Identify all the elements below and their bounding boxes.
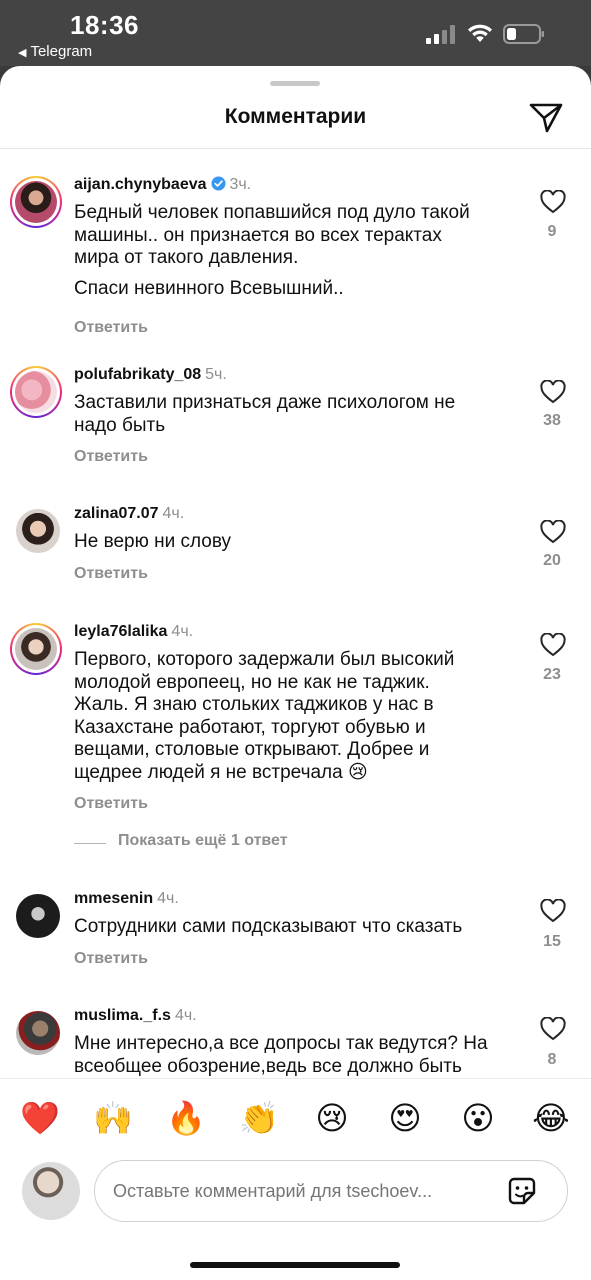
reply-button[interactable]: Ответить xyxy=(74,795,148,813)
comment-text: Бедный человек попавшийся под дуло такой… xyxy=(74,202,524,300)
status-time: 18:36 xyxy=(70,10,139,40)
comment-text: Сотрудники сами подсказывают что сказать xyxy=(74,916,524,939)
like-count: 8 xyxy=(547,1051,557,1068)
emoji-laughing[interactable]: 😂 xyxy=(531,1098,571,1138)
avatar[interactable] xyxy=(10,366,62,418)
like-count: 38 xyxy=(543,412,561,429)
comment-text-line: вещами, столовые открывают. Добрее и xyxy=(74,739,430,760)
emoji-fire[interactable]: 🔥 xyxy=(166,1098,206,1138)
comment-text-line: Спаси невинного Всевышний.. xyxy=(74,277,344,299)
comment-text-line: Первого, которого задержали был высокий xyxy=(74,649,455,670)
footer-divider xyxy=(0,1078,591,1079)
heart-outline-icon[interactable] xyxy=(540,520,566,544)
comment-meta: aijan.chynybaeva 3ч. xyxy=(74,176,251,194)
reply-button[interactable]: Ответить xyxy=(74,950,148,968)
back-app-label: Telegram xyxy=(30,43,93,60)
comment-text-line: мира от такого давления. xyxy=(74,247,299,268)
comment-input[interactable] xyxy=(94,1160,568,1222)
comment-input-row xyxy=(0,1160,591,1224)
comment-text: Первого, которого задержали был высокий … xyxy=(74,649,524,784)
share-icon[interactable] xyxy=(528,102,564,134)
comment-meta: zalina07.07 4ч. xyxy=(74,505,184,523)
emoji-reaction-bar: ❤️ 🙌 🔥 👏 😢 😍 😮 😂 xyxy=(0,1098,591,1140)
more-replies-label: Показать ещё 1 ответ xyxy=(118,832,288,849)
comment-meta: mmesenin 4ч. xyxy=(74,890,179,908)
comment-text: Заставили признаться даже психологом не … xyxy=(74,392,524,437)
status-bar: 18:36 ◀ Telegram xyxy=(0,0,591,66)
sticker-icon[interactable] xyxy=(505,1174,539,1208)
emoji-raised-hands[interactable]: 🙌 xyxy=(93,1098,133,1138)
avatar[interactable] xyxy=(16,509,60,553)
comment-text-line: Казахстане работают, торгуют обувью и xyxy=(74,716,426,738)
emoji-surprised[interactable]: 😮 xyxy=(458,1098,498,1138)
emoji-clapping[interactable]: 👏 xyxy=(239,1098,279,1138)
emoji-heart-eyes[interactable]: 😍 xyxy=(385,1098,425,1138)
avatar[interactable] xyxy=(10,176,62,228)
comment-text-line: Мне интересно,а все допросы так ведутся?… xyxy=(74,1033,488,1054)
heart-outline-icon[interactable] xyxy=(540,1017,566,1041)
comment-text-line: молодой европеец, но не как не таджик. xyxy=(74,671,430,693)
emoji-crying[interactable]: 😢 xyxy=(312,1098,352,1138)
comment-username[interactable]: zalina07.07 xyxy=(74,505,159,522)
comment-username[interactable]: muslima._f.s xyxy=(74,1007,171,1024)
comment-time: 4ч. xyxy=(162,505,185,522)
comment-time: 4ч. xyxy=(174,1007,197,1024)
back-to-app-link[interactable]: ◀ Telegram xyxy=(18,43,92,60)
avatar[interactable] xyxy=(16,894,60,938)
comment-text-line: машины.. он признается во всех терактах xyxy=(74,224,442,246)
wifi-icon xyxy=(468,24,492,42)
signal-icon xyxy=(426,24,456,44)
comment-text-line: Жаль. Я знаю стольких таджиков у нас в xyxy=(74,694,434,715)
comment-username[interactable]: polufabrikaty_08 xyxy=(74,366,201,383)
comment-text-line: Сотрудники сами подсказывают что сказать xyxy=(74,916,463,937)
sheet-title: Комментарии xyxy=(224,105,367,128)
comment-text: Мне интересно,а все допросы так ведутся?… xyxy=(74,1033,524,1078)
comment-time: 4ч. xyxy=(157,890,179,907)
comment-username[interactable]: leyla76lalika xyxy=(74,623,167,640)
heart-outline-icon[interactable] xyxy=(540,899,566,923)
comment-text-line: Не верю ни слову xyxy=(74,531,232,552)
my-avatar xyxy=(22,1162,80,1220)
reply-button[interactable]: Ответить xyxy=(74,319,148,337)
like-count: 9 xyxy=(547,223,557,240)
avatar[interactable] xyxy=(10,623,62,675)
comment-meta: leyla76lalika 4ч. xyxy=(74,623,193,641)
comment-text-line: Заставили признаться даже психологом не xyxy=(74,392,456,413)
back-arrow-icon: ◀ xyxy=(18,47,27,59)
emoji-heart[interactable]: ❤️ xyxy=(20,1098,60,1138)
comments-sheet: Комментарии aijan.chynybaeva 3ч. Бедный ч… xyxy=(0,66,591,1280)
heart-outline-icon[interactable] xyxy=(540,190,566,214)
reply-button[interactable]: Ответить xyxy=(74,565,148,583)
avatar[interactable] xyxy=(16,1011,60,1055)
comment-time: 4ч. xyxy=(171,623,194,640)
comment-text-line: Бедный человек попавшийся под дуло такой xyxy=(74,202,470,223)
comment-text-line: всеобщее обозрение,ведь все должно быть xyxy=(74,1055,462,1077)
heart-outline-icon[interactable] xyxy=(540,633,566,657)
battery-icon xyxy=(503,24,544,44)
comment-text-line: надо быть xyxy=(74,414,166,436)
verified-icon xyxy=(210,176,226,191)
more-replies-line xyxy=(74,843,106,844)
like-count: 15 xyxy=(543,933,561,950)
comment-username[interactable]: aijan.chynybaeva xyxy=(74,176,207,193)
reply-button[interactable]: Ответить xyxy=(74,448,148,466)
comment-text: Не верю ни слову xyxy=(74,531,524,554)
comments-list[interactable]: aijan.chynybaeva 3ч. Бедный человек попав… xyxy=(0,149,591,1078)
comment-text-line: щедрее людей я не встречала 😢 xyxy=(74,761,368,783)
like-count: 23 xyxy=(543,666,561,683)
like-count: 20 xyxy=(543,552,561,569)
sheet-grabber[interactable] xyxy=(270,81,320,86)
home-indicator xyxy=(190,1262,400,1268)
comment-meta: polufabrikaty_08 5ч. xyxy=(74,366,227,384)
comment-time: 5ч. xyxy=(205,366,227,383)
comment-meta: muslima._f.s 4ч. xyxy=(74,1007,197,1025)
comment-time: 3ч. xyxy=(229,176,252,193)
heart-outline-icon[interactable] xyxy=(540,380,566,404)
comment-username[interactable]: mmesenin xyxy=(74,890,153,907)
